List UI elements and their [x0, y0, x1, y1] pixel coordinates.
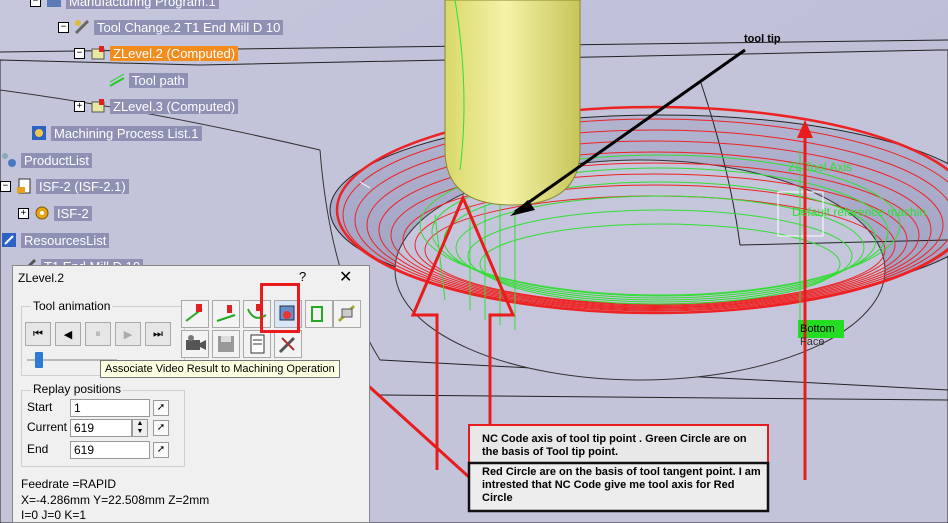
display-mode-button[interactable]	[212, 300, 240, 328]
tool-icon-button[interactable]	[274, 330, 302, 358]
show-tool-path-button[interactable]	[181, 300, 209, 328]
pause-icon: ⏸	[95, 327, 101, 340]
collapse-icon[interactable]: −	[0, 180, 11, 192]
part-body-icon	[33, 204, 51, 222]
button-tooltip: Associate Video Result to Machining Oper…	[100, 360, 340, 378]
collapse-icon[interactable]: −	[74, 47, 85, 59]
end-label: End	[27, 442, 49, 456]
save-icon	[218, 336, 234, 352]
tree-item[interactable]: ProductList	[0, 149, 93, 171]
video-camera-button[interactable]	[181, 330, 209, 358]
xyz-readout: X=-4.286mm Y=22.508mm Z=2mm	[21, 493, 210, 507]
zlevel-operation-icon	[89, 44, 107, 62]
pick-arrow-icon: ➚	[156, 444, 166, 455]
tree-item-label: ResourcesList	[21, 232, 110, 248]
camera-icon	[186, 335, 206, 350]
part-icon	[15, 177, 33, 195]
zlevel-dialog: ZLevel.2 ? ✕ Tool animation ⏮ ◀ ⏸ ▶ ⏭ Replay…	[12, 265, 370, 523]
resources-list-icon	[0, 231, 18, 249]
current-label: Current	[27, 420, 68, 434]
expand-icon[interactable]: +	[18, 207, 29, 219]
export-icon	[311, 306, 323, 322]
fast-forward-button[interactable]: ⏭	[145, 322, 171, 346]
bottom-face-label-2: Face	[800, 336, 825, 348]
process-list-icon	[30, 124, 48, 142]
dialog-title: ZLevel.2	[18, 271, 65, 285]
tree-item[interactable]: − Manufacturing Program.1	[30, 0, 219, 12]
step-backward-icon: ◀	[63, 328, 73, 341]
tree-item[interactable]: Tool path	[108, 69, 188, 91]
tree-item[interactable]: + ZLevel.3 (Computed)	[74, 95, 239, 117]
current-spinner[interactable]: ▲ ▼	[132, 419, 148, 437]
tree-item-label: ZLevel.2 (Computed)	[110, 45, 239, 61]
fast-backward-button[interactable]: ⏮	[25, 322, 51, 346]
tree-item-label: ISF-2 (ISF-2.1)	[36, 178, 129, 194]
product-list-icon	[0, 151, 18, 169]
expand-icon[interactable]: +	[74, 100, 85, 112]
end-field[interactable]: 619	[70, 441, 150, 459]
report-icon	[250, 334, 265, 354]
export-button[interactable]	[305, 300, 333, 328]
tool-change-icon	[73, 18, 91, 36]
spinner-arrows-icon: ▲ ▼	[136, 420, 144, 435]
pick-arrow-icon: ➚	[156, 422, 166, 433]
report-button[interactable]	[243, 330, 271, 358]
step-forward-button[interactable]: ▶	[115, 322, 141, 346]
tree-item-label: ISF-2	[54, 205, 92, 221]
wrench-icon	[278, 336, 296, 354]
pause-button[interactable]: ⏸	[85, 322, 111, 346]
replay-positions-label: Replay positions	[31, 382, 124, 396]
fast-forward-icon: ⏭	[153, 327, 163, 340]
annotation-tangent-note: Red Circle are on the basis of tool tang…	[482, 466, 761, 504]
tree-item[interactable]: + ISF-2	[18, 202, 92, 224]
default-reference-label: Default reference machin	[792, 205, 927, 219]
collision-check-button[interactable]	[333, 300, 361, 328]
collision-icon	[337, 304, 356, 323]
highlight-box	[260, 283, 300, 333]
save-result-button[interactable]	[212, 330, 240, 358]
help-button[interactable]: ?	[299, 269, 306, 284]
tool-display-icon	[216, 305, 236, 322]
tree-item[interactable]: Machining Process List.1	[30, 122, 202, 144]
annotation-tool-tip-note: NC Code axis of tool tip point . Green C…	[482, 433, 747, 458]
start-label: Start	[27, 400, 53, 414]
tree-item-label: ZLevel.3 (Computed)	[110, 98, 239, 114]
start-field[interactable]: 1	[70, 399, 150, 417]
tree-item[interactable]: − ISF-2 (ISF-2.1)	[0, 175, 129, 197]
tree-item[interactable]: ResourcesList	[0, 229, 110, 251]
zlevel-operation-icon	[89, 97, 107, 115]
end-pick-button[interactable]: ➚	[153, 442, 169, 458]
fast-backward-icon: ⏮	[33, 327, 43, 340]
tool-tip-label: tool tip	[744, 33, 781, 45]
tree-item[interactable]: − Tool Change.2 T1 End Mill D 10	[58, 16, 284, 38]
collapse-icon[interactable]: −	[58, 21, 69, 33]
current-field[interactable]: 619	[70, 419, 132, 437]
bottom-face-label: Bottom	[800, 323, 835, 335]
close-button[interactable]: ✕	[339, 267, 352, 287]
tree-item-label: Tool path	[129, 72, 188, 88]
tree-item-label: Machining Process List.1	[51, 125, 202, 141]
tree-item[interactable]: − ZLevel.2 (Computed)	[74, 42, 239, 64]
collapse-icon[interactable]: −	[30, 0, 41, 7]
slider-thumb[interactable]	[35, 352, 44, 368]
tool-animation-label: Tool animation	[31, 299, 113, 313]
tree-item-label: ProductList	[21, 152, 93, 168]
pick-arrow-icon: ➚	[156, 402, 166, 413]
tool-path-icon	[108, 71, 126, 89]
ijk-readout: I=0 J=0 K=1	[21, 508, 87, 522]
tool-axis-label: ZL Tool Axis	[788, 160, 853, 174]
toolpath-icon	[185, 304, 203, 322]
current-pick-button[interactable]: ➚	[153, 420, 169, 436]
tree-item-label: Tool Change.2 T1 End Mill D 10	[94, 19, 284, 35]
step-backward-button[interactable]: ◀	[55, 322, 81, 346]
feedrate-readout: Feedrate =RAPID	[21, 477, 117, 491]
start-pick-button[interactable]: ➚	[153, 400, 169, 416]
tree-item-label: Manufacturing Program.1	[66, 0, 219, 9]
program-icon	[45, 0, 63, 10]
step-forward-icon: ▶	[123, 328, 133, 341]
